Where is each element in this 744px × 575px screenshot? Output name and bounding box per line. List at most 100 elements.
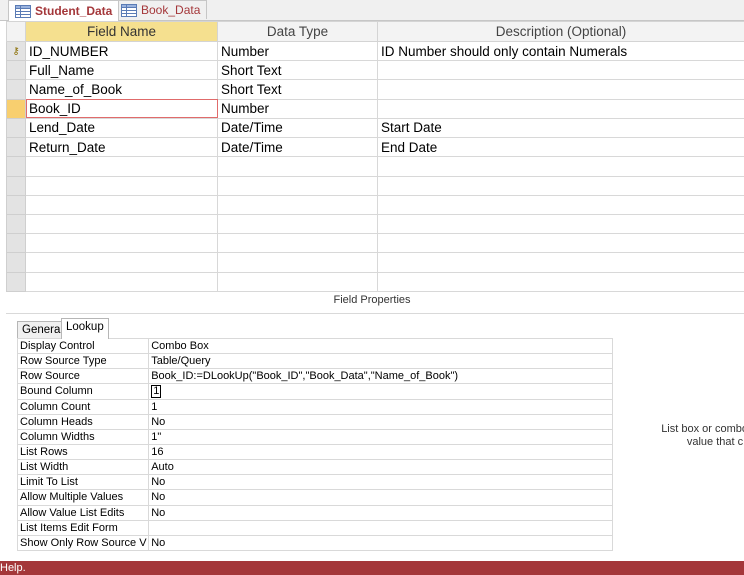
description-cell[interactable] [377, 79, 744, 100]
table-row[interactable] [6, 213, 744, 235]
property-value-editor[interactable]: 1 [151, 384, 162, 398]
property-value-field[interactable]: Auto [148, 459, 613, 476]
property-name: List Items Edit Form [16, 519, 150, 536]
table-row[interactable]: Book_ID Number [6, 98, 744, 119]
property-help-text: List box or combo box value that c [615, 423, 744, 449]
field-name-cell[interactable] [25, 271, 218, 293]
data-type-cell[interactable] [217, 156, 378, 177]
data-type-cell[interactable] [217, 194, 378, 215]
property-value-field[interactable]: No [148, 489, 613, 506]
row-selector[interactable] [6, 175, 26, 196]
data-type-cell[interactable]: Date/Time [217, 137, 378, 158]
description-cell[interactable] [377, 271, 744, 293]
field-name-cell[interactable]: Book_ID [25, 98, 218, 119]
property-value-field[interactable]: 1" [148, 428, 613, 445]
property-value-field[interactable]: Table/Query [148, 353, 613, 370]
description-cell[interactable] [377, 252, 744, 273]
table-row[interactable] [6, 271, 744, 293]
data-type-cell[interactable]: Date/Time [217, 117, 378, 139]
description-cell[interactable]: ID Number should only contain Numerals [377, 40, 744, 62]
property-row: Column Count 1 [16, 398, 613, 415]
field-name-cell[interactable]: Name_of_Book [25, 79, 218, 100]
description-cell[interactable] [377, 194, 744, 215]
row-selector[interactable] [6, 137, 26, 158]
row-selector[interactable] [6, 60, 26, 81]
table-row[interactable] [6, 194, 744, 215]
tab-student-data[interactable]: Student_Data [8, 0, 120, 21]
row-selector[interactable] [6, 194, 26, 215]
tab-lookup[interactable]: Lookup [61, 318, 109, 339]
row-selector[interactable] [6, 271, 26, 293]
object-tab-bar: Student_Data Book_Data [0, 0, 744, 21]
field-name-cell[interactable] [25, 252, 218, 273]
select-all-corner[interactable] [6, 21, 26, 42]
row-selector[interactable]: ⚷ [6, 40, 26, 62]
table-row[interactable]: Full_Name Short Text [6, 60, 744, 81]
property-row: Row Source Book_ID:=DLookUp("Book_ID","B… [16, 368, 613, 385]
property-name: Display Control [16, 337, 150, 355]
row-selector[interactable] [6, 98, 26, 119]
data-type-cell[interactable]: Number [217, 40, 378, 62]
description-cell[interactable] [377, 213, 744, 235]
property-value-field[interactable]: 1 [148, 383, 613, 400]
property-name: Column Count [16, 398, 150, 415]
field-name-cell[interactable]: ID_NUMBER [25, 40, 218, 62]
description-cell[interactable] [377, 98, 744, 119]
description-cell[interactable] [377, 156, 744, 177]
property-value-field[interactable]: Book_ID:=DLookUp("Book_ID","Book_Data","… [148, 368, 613, 385]
property-value-field[interactable] [148, 519, 613, 536]
property-value-field[interactable]: No [148, 474, 613, 491]
data-type-cell[interactable]: Short Text [217, 60, 378, 81]
row-selector[interactable] [6, 117, 26, 139]
property-row: Column Widths 1" [16, 428, 613, 445]
tab-label: Student_Data [35, 4, 113, 18]
row-selector[interactable] [6, 213, 26, 235]
property-row: List Rows 16 [16, 443, 613, 461]
data-type-cell[interactable] [217, 252, 378, 273]
property-value-field[interactable]: 16 [148, 443, 613, 461]
field-name-cell[interactable] [25, 156, 218, 177]
description-cell[interactable]: Start Date [377, 117, 744, 139]
table-row[interactable] [6, 156, 744, 177]
table-icon [121, 3, 137, 17]
property-name: Bound Column [16, 383, 150, 400]
data-type-cell[interactable] [217, 233, 378, 254]
tab-book-data[interactable]: Book_Data [114, 0, 208, 19]
field-name-cell[interactable]: Return_Date [25, 137, 218, 158]
data-type-cell[interactable]: Short Text [217, 79, 378, 100]
data-type-cell[interactable]: Number [217, 98, 378, 119]
field-name-cell[interactable]: Lend_Date [25, 117, 218, 139]
table-row[interactable] [6, 252, 744, 273]
property-value-field[interactable]: No [148, 413, 613, 430]
row-selector[interactable] [6, 252, 26, 273]
field-name-cell[interactable] [25, 194, 218, 215]
data-type-cell[interactable] [217, 213, 378, 235]
table-design-grid: Field Name Data Type Description (Option… [6, 21, 744, 293]
description-cell[interactable] [377, 233, 744, 254]
table-row[interactable]: Return_Date Date/Time End Date [6, 137, 744, 158]
row-selector[interactable] [6, 156, 26, 177]
property-name: Column Widths [16, 428, 150, 445]
row-selector[interactable] [6, 79, 26, 100]
property-value-field[interactable]: No [148, 504, 613, 521]
primary-key-icon: ⚷ [12, 45, 20, 57]
field-name-cell[interactable]: Full_Name [25, 60, 218, 81]
property-value-field[interactable]: No [148, 534, 613, 552]
table-row[interactable]: ⚷ ID_NUMBER Number ID Number should only co… [6, 40, 744, 62]
property-value-field[interactable]: 1 [148, 398, 613, 415]
description-cell[interactable]: End Date [377, 137, 744, 158]
table-row[interactable]: Lend_Date Date/Time Start Date [6, 117, 744, 139]
property-value-field[interactable]: Combo Box [148, 337, 613, 355]
table-row[interactable]: Name_of_Book Short Text [6, 79, 744, 100]
data-type-cell[interactable] [217, 175, 378, 196]
data-type-cell[interactable] [217, 271, 378, 293]
description-cell[interactable] [377, 175, 744, 196]
table-row[interactable] [6, 233, 744, 254]
field-name-cell[interactable] [25, 233, 218, 254]
field-name-cell[interactable] [25, 175, 218, 196]
property-row: Display Control Combo Box [16, 337, 613, 355]
description-cell[interactable] [377, 60, 744, 81]
table-row[interactable] [6, 175, 744, 196]
field-name-cell[interactable] [25, 213, 218, 235]
row-selector[interactable] [6, 233, 26, 254]
